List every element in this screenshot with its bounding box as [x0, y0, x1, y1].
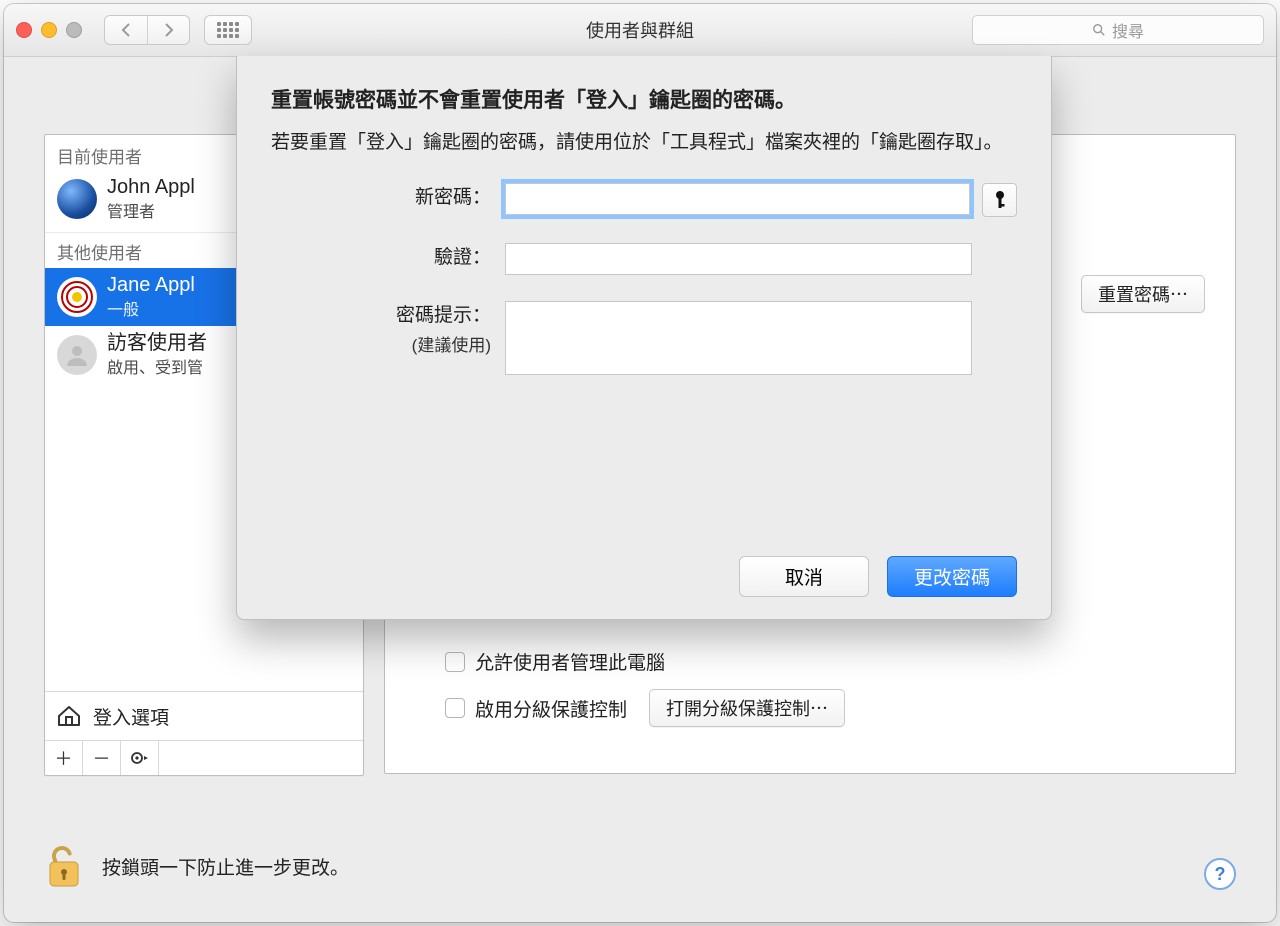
sidebar-item-role: 啟用、受到管 [107, 354, 207, 378]
reset-password-sheet: 重置帳號密碼並不會重置使用者「登入」鑰匙圈的密碼。 若要重置「登入」鑰匙圈的密碼… [236, 56, 1052, 620]
preferences-window: 使用者與群組 搜尋 目前使用者 John Appl 管理者 其他使用者 [4, 4, 1276, 922]
globe-avatar-icon [57, 179, 97, 219]
grid-icon [217, 22, 239, 38]
remove-user-button[interactable]: － [83, 741, 121, 775]
gear-icon [130, 751, 150, 765]
lock-row: 按鎖頭一下防止進一步更改。 [44, 842, 1236, 890]
sheet-heading: 重置帳號密碼並不會重置使用者「登入」鑰匙圈的密碼。 [271, 84, 1017, 114]
add-user-button[interactable]: ＋ [45, 741, 83, 775]
parental-controls-label: 啟用分級保護控制 [475, 695, 627, 722]
allow-admin-label: 允許使用者管理此電腦 [475, 648, 665, 675]
login-options-label: 登入選項 [93, 703, 169, 730]
change-password-button[interactable]: 更改密碼 [887, 556, 1017, 597]
new-password-label: 新密碼： [271, 183, 505, 213]
cancel-button[interactable]: 取消 [739, 556, 869, 597]
current-user-name: John Appl [107, 176, 195, 198]
key-icon [992, 190, 1008, 210]
house-icon [55, 702, 83, 730]
search-icon [1092, 23, 1106, 37]
lock-hint-text: 按鎖頭一下防止進一步更改。 [102, 853, 349, 880]
search-field[interactable]: 搜尋 [972, 15, 1264, 45]
parental-controls-checkbox[interactable] [445, 698, 465, 718]
search-placeholder: 搜尋 [1112, 18, 1144, 42]
sidebar-item-role: 一般 [107, 296, 195, 320]
sidebar-toolbar: ＋ － [45, 740, 363, 775]
show-all-prefs-button[interactable] [204, 15, 252, 45]
login-options-row[interactable]: 登入選項 [45, 691, 363, 740]
reset-password-button[interactable]: 重置密碼⋯ [1081, 275, 1205, 313]
verify-label: 驗證： [271, 243, 505, 273]
help-button[interactable]: ? [1204, 858, 1236, 890]
unlocked-padlock-icon[interactable] [44, 842, 84, 890]
nav-back-forward [104, 15, 190, 45]
verify-password-input[interactable] [505, 243, 972, 275]
zoom-window-button[interactable] [66, 22, 82, 38]
new-password-input[interactable] [505, 183, 970, 215]
user-actions-button[interactable] [121, 741, 159, 775]
guest-avatar-icon [57, 335, 97, 375]
close-window-button[interactable] [16, 22, 32, 38]
current-user-role: 管理者 [107, 198, 195, 222]
minimize-window-button[interactable] [41, 22, 57, 38]
user-permissions: 允許使用者管理此電腦 啟用分級保護控制 打開分級保護控制⋯ [445, 648, 1205, 741]
nav-back-button[interactable] [105, 16, 147, 44]
target-avatar-icon [57, 277, 97, 317]
password-hint-input[interactable] [505, 301, 972, 375]
window-titlebar: 使用者與群組 搜尋 [4, 4, 1276, 57]
allow-admin-checkbox[interactable] [445, 652, 465, 672]
sheet-body: 若要重置「登入」鑰匙圈的密碼，請使用位於「工具程式」檔案夾裡的「鑰匙圈存取」。 [271, 128, 1017, 157]
password-assistant-button[interactable] [982, 183, 1017, 217]
sidebar-item-name: 訪客使用者 [107, 332, 207, 354]
window-traffic-lights [16, 22, 82, 38]
open-parental-controls-button[interactable]: 打開分級保護控制⋯ [649, 689, 845, 727]
hint-label: 密碼提示： (建議使用) [271, 301, 505, 361]
sidebar-item-name: Jane Appl [107, 274, 195, 296]
nav-forward-button[interactable] [147, 16, 189, 44]
